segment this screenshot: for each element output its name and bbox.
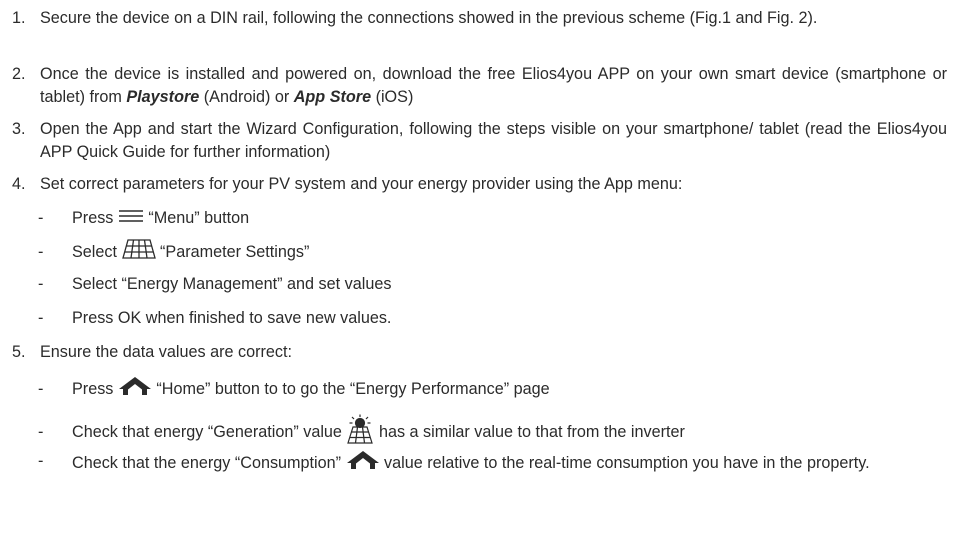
substep-energy-management: - Select “Energy Management” and set valu… [38,273,948,296]
step-1: 1. Secure the device on a DIN rail, foll… [12,7,947,30]
step-number: 3. [12,120,26,138]
step-number: 4. [12,175,26,193]
substep-body: Check that the energy “Consumption” valu… [72,450,948,477]
step-5: 5. Ensure the data values are correct: [12,341,947,364]
step-text-part: (Android) or [199,88,294,106]
step-text-part: (iOS) [371,88,414,106]
substep-check-generation: - Check that energy “Generation” value ha… [38,414,948,444]
bullet-dash: - [38,379,44,398]
substep-press-ok: - Press OK when finished to save new valu… [38,307,948,330]
step-text: Open the App and start the Wizard Config… [40,120,947,161]
substep-press-menu: - Press “Menu” button [38,207,948,230]
bullet-dash: - [38,242,44,261]
step-4: 4. Set correct parameters for your PV sy… [12,173,947,196]
bullet-dash: - [38,275,44,293]
substep-text: Press [72,379,114,398]
substep-text: “Menu” button [148,209,250,227]
bullet-dash: - [38,452,44,470]
bullet-dash: - [38,422,44,441]
menu-lines-icon [118,207,144,230]
step-text: Set correct parameters for your PV syste… [40,175,683,193]
playstore-link[interactable]: Playstore [126,88,199,106]
grid-panel-icon [121,238,156,267]
step-number: 5. [12,343,26,361]
sun-panel-icon [346,414,374,451]
roof-icon [346,450,380,477]
substep-text: has a similar value to that from the inv… [378,422,685,441]
substep-text: Check that the energy “Consumption” [72,453,342,472]
substep-text: Check that energy “Generation” value [72,422,342,441]
substep-check-consumption: - Check that the energy “Consumption” va… [38,450,948,477]
step-3: 3. Open the App and start the Wizard Con… [12,118,947,164]
bullet-dash: - [38,209,44,227]
substep-text: Press [72,209,114,227]
substep-text: Select [72,242,117,261]
substep-select-parameters: - Select “Parameter Settings” [38,238,948,261]
substep-text: Press OK when finished to save new value… [72,309,392,327]
step-2: 2. Once the device is installed and powe… [12,63,947,109]
substep-text: “Home” button to to go the “Energy Perfo… [156,379,550,398]
step-text: Secure the device on a DIN rail, followi… [40,9,818,27]
step-text: Ensure the data values are correct: [40,343,292,361]
substep-text: “Parameter Settings” [160,242,310,261]
substep-text: Select “Energy Management” and set value… [72,275,392,293]
home-icon [118,376,152,403]
appstore-link[interactable]: App Store [294,88,371,106]
step-text: Once the device is installed and powered… [40,63,947,109]
step-number: 2. [12,65,26,83]
step-number: 1. [12,9,26,27]
bullet-dash: - [38,309,44,327]
substep-text: value relative to the real-time consumpt… [384,453,870,472]
substep-press-home: - Press “Home” button to to go the “Energ… [38,376,948,399]
instruction-page: 1. Secure the device on a DIN rail, foll… [0,0,960,544]
